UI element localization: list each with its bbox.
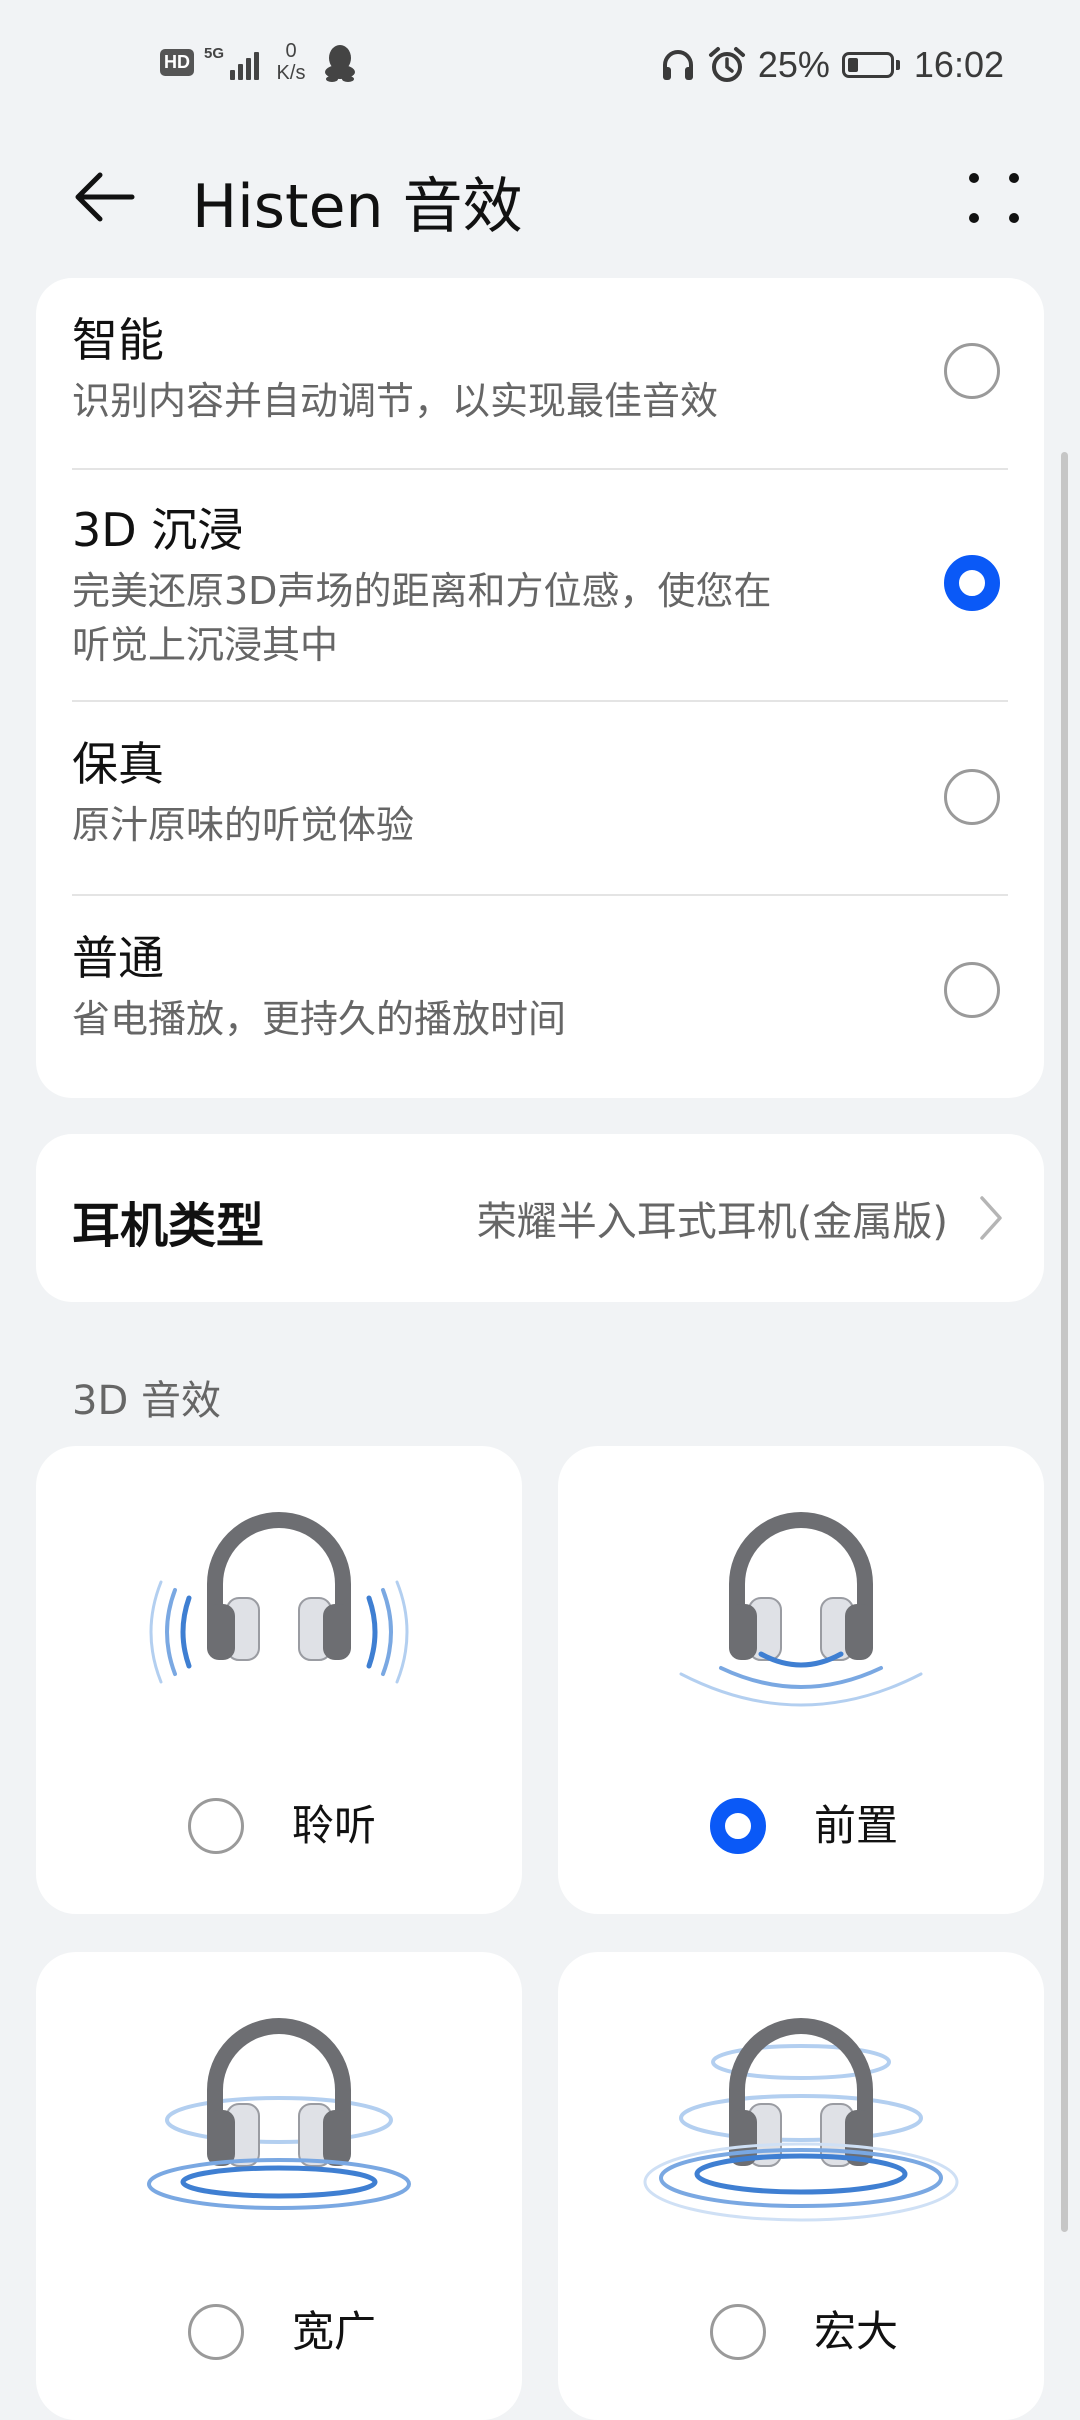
status-right: 25% 16:02	[660, 44, 1004, 86]
hd-badge: HD	[160, 48, 194, 76]
headphones-front-illustration	[679, 1512, 923, 1707]
option-3d-immersive[interactable]: 3D 沉浸 完美还原3D声场的距离和方位感，使您在 听觉上沉浸其中	[72, 500, 1008, 672]
effect-tile-wide[interactable]: 宽广	[36, 1952, 522, 2420]
option-title: 3D 沉浸	[72, 503, 244, 557]
section-title-3d-effects: 3D 音效	[72, 1378, 221, 1424]
more-icon[interactable]	[958, 162, 1030, 234]
radio-wide[interactable]	[188, 2304, 244, 2360]
radio-normal[interactable]	[944, 962, 1000, 1018]
status-left: HD 5G 0 K/s	[160, 40, 357, 84]
option-normal[interactable]: 普通 省电播放，更持久的播放时间	[72, 928, 1008, 1046]
battery-percent: 25%	[757, 44, 830, 85]
radio-grand[interactable]	[710, 2304, 766, 2360]
option-smart[interactable]: 智能 识别内容并自动调节，以实现最佳音效	[72, 310, 1008, 428]
radio-hifi[interactable]	[944, 769, 1000, 825]
page-title: Histen 音效	[192, 172, 523, 242]
speed-unit: K/s	[276, 62, 306, 84]
radio-front[interactable]	[710, 1798, 766, 1854]
radio-listen[interactable]	[188, 1798, 244, 1854]
alarm-icon	[708, 47, 745, 82]
effect-tile-listen[interactable]: 聆听	[36, 1446, 522, 1914]
battery-icon	[841, 52, 900, 78]
effect-label: 宏大	[814, 2307, 899, 2356]
effect-tile-front[interactable]: 前置	[558, 1446, 1044, 1914]
effect-label: 聆听	[292, 1801, 377, 1850]
signal-icon: 5G	[204, 44, 259, 80]
option-title: 普通	[72, 931, 164, 985]
option-desc: 完美还原3D声场的距离和方位感，使您在 听觉上沉浸其中	[72, 564, 1008, 672]
sound-mode-card: 智能 识别内容并自动调节，以实现最佳音效 3D 沉浸 完美还原3D声场的距离和方…	[36, 278, 1044, 1098]
headphone-type-value: 荣耀半入耳式耳机(金属版)	[476, 1199, 948, 1245]
headphone-type-row[interactable]: 耳机类型 荣耀半入耳式耳机(金属版)	[36, 1134, 1044, 1302]
clock: 16:02	[913, 44, 1004, 85]
divider	[72, 700, 1008, 702]
headphone-type-label: 耳机类型	[72, 1198, 265, 1254]
speed-value: 0	[285, 40, 297, 62]
back-arrow-icon[interactable]	[70, 162, 140, 232]
option-desc: 识别内容并自动调节，以实现最佳音效	[72, 379, 719, 423]
scrollbar[interactable]	[1061, 452, 1068, 2232]
radio-3d-immersive[interactable]	[944, 555, 1000, 611]
app-bar: Histen 音效	[0, 140, 1080, 250]
qq-icon	[325, 45, 355, 82]
divider	[72, 894, 1008, 896]
effect-tile-grand[interactable]: 宏大	[558, 1952, 1044, 2420]
option-desc: 原汁原味的听觉体验	[72, 803, 415, 847]
option-desc: 省电播放，更持久的播放时间	[72, 997, 567, 1041]
headphones-wide-illustration	[147, 2018, 411, 2210]
headphones-grand-illustration	[643, 2018, 959, 2222]
effect-label: 前置	[814, 1801, 899, 1850]
divider	[72, 468, 1008, 470]
option-title: 智能	[72, 313, 164, 367]
option-title: 保真	[72, 737, 164, 791]
effect-label: 宽广	[292, 2307, 377, 2356]
option-hifi[interactable]: 保真 原汁原味的听觉体验	[72, 734, 1008, 852]
chevron-right-icon	[980, 1196, 1002, 1240]
network-speed: 0 K/s	[269, 40, 313, 84]
headphones-listen-illustration	[149, 1512, 409, 1684]
radio-smart[interactable]	[944, 343, 1000, 399]
option-desc-line: 听觉上沉浸其中	[72, 623, 339, 667]
option-desc-line: 完美还原3D声场的距离和方位感，使您在	[72, 569, 772, 613]
status-bar: HD 5G 0 K/s 25% 16:02	[0, 0, 1080, 120]
network-type: 5G	[204, 45, 225, 62]
headphones-icon	[662, 50, 693, 80]
